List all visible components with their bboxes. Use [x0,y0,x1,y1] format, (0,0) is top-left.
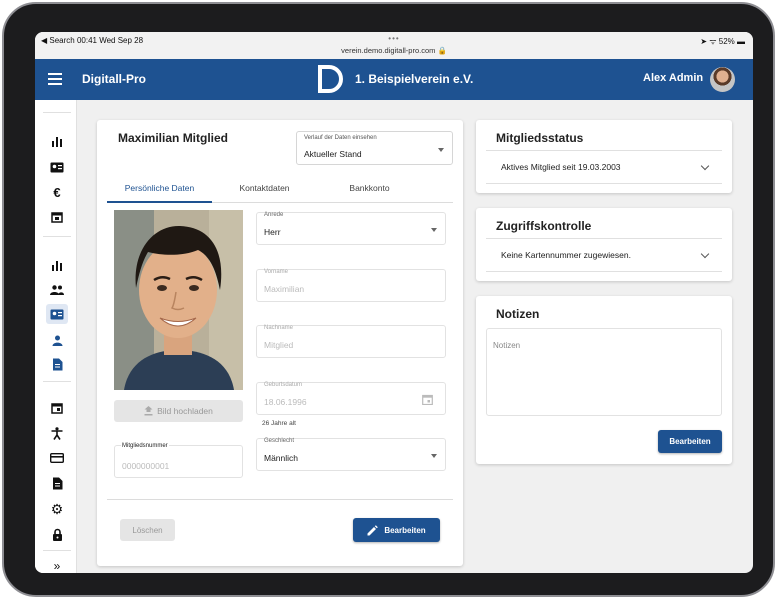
files-icon[interactable] [46,473,68,493]
chevron-down-icon [700,161,710,171]
event-calendar-icon[interactable] [46,398,68,418]
notes-placeholder: Notizen [493,341,521,350]
first-name-field[interactable]: Vorname Maximilian [256,269,446,302]
member-number-value: 0000000001 [122,461,170,471]
history-select-label: Verlauf der Daten einsehen [304,135,377,141]
lock-icon[interactable] [46,524,68,544]
accessibility-icon[interactable] [46,423,68,443]
member-name: Maximilian Mitglied [118,131,229,145]
browser-dots-icon[interactable]: ••• [35,34,753,43]
divider [107,499,453,500]
menu-icon[interactable] [48,71,62,87]
upload-icon [144,406,153,416]
access-control-expander[interactable]: Keine Kartennummer zugewiesen. [486,238,722,272]
app-title[interactable]: Digitall-Pro [82,72,146,86]
double-chevron-right-icon[interactable]: » [46,556,68,573]
club-name: 1. Beispielverein e.V. [355,72,474,86]
notes-card: Notizen Notizen Bearbeiten [476,296,732,464]
pencil-icon [367,524,379,535]
id-card-icon[interactable] [46,157,68,177]
sidebar: € ⚙ » [35,100,77,573]
dropdown-arrow-icon [431,454,437,458]
delete-label: Löschen [132,525,163,535]
status-indicators: ➤ ᯤ 52% ▬ [700,37,745,46]
history-select[interactable]: Verlauf der Daten einsehen Aktueller Sta… [296,131,453,165]
dropdown-arrow-icon [438,148,444,152]
calendar-icon[interactable] [422,394,433,405]
credit-card-icon[interactable] [46,448,68,468]
delete-button[interactable]: Löschen [120,519,175,541]
salutation-select[interactable]: Anrede Herr [256,212,446,245]
first-name-label: Vorname [264,269,289,275]
salutation-label: Anrede [264,212,284,218]
member-tabs: Persönliche Daten Kontaktdaten Bankkonto [107,177,453,203]
access-control-value: Keine Kartennummer zugewiesen. [501,250,631,260]
gear-icon[interactable]: ⚙ [46,499,68,519]
tab-contact-data[interactable]: Kontaktdaten [212,183,317,193]
screen: ◀ Search 00:41 Wed Sep 28 ••• verein.dem… [35,32,753,573]
sidebar-divider [43,112,71,113]
access-control-card: Zugriffskontrolle Keine Kartennummer zug… [476,208,732,281]
birthdate-field[interactable]: Geburtsdatum 18.06.1996 [256,382,446,415]
upload-photo-button[interactable]: Bild hochladen [114,400,243,422]
last-name-value: Mitglied [264,340,294,350]
dropdown-arrow-icon [431,228,437,232]
membership-status-value: Aktives Mitglied seit 19.03.2003 [501,162,621,172]
person-icon[interactable] [46,330,68,350]
gender-label: Geschlecht [264,438,295,444]
sidebar-divider [43,550,71,551]
ios-status-bar: ◀ Search 00:41 Wed Sep 28 ••• verein.dem… [35,32,753,59]
calendar-icon[interactable] [46,207,68,227]
euro-icon[interactable]: € [46,182,68,202]
document-icon[interactable] [46,354,68,374]
member-card-icon[interactable] [46,304,68,324]
sidebar-divider [43,236,71,237]
edit-button[interactable]: Bearbeiten [353,518,440,542]
age-hint: 26 Jahre alt [262,420,296,427]
membership-status-title: Mitgliedsstatus [496,131,584,145]
upload-photo-label: Bild hochladen [157,406,213,416]
member-photo [114,210,243,390]
avatar[interactable] [710,67,735,92]
user-name[interactable]: Alex Admin [643,72,703,84]
browser-url[interactable]: verein.demo.digitall-pro.com 🔒 [35,46,753,55]
gender-select[interactable]: Geschlecht Männlich [256,438,446,471]
edit-notes-button[interactable]: Bearbeiten [658,430,722,453]
tab-personal-data[interactable]: Persönliche Daten [107,183,212,193]
tablet-frame: ◀ Search 00:41 Wed Sep 28 ••• verein.dem… [2,2,775,597]
first-name-value: Maximilian [264,284,305,294]
birthdate-value: 18.06.1996 [264,397,307,407]
member-number-field[interactable]: Mitgliedsnummer 0000000001 [114,443,243,478]
last-name-label: Nachname [264,325,294,331]
app-bar: Digitall-Pro 1. Beispielverein e.V. Alex… [35,59,753,100]
birthdate-label: Geburtsdatum [264,382,303,388]
membership-status-expander[interactable]: Aktives Mitglied seit 19.03.2003 [486,150,722,184]
club-logo [318,65,343,93]
tab-bank-account[interactable]: Bankkonto [317,183,422,193]
history-select-value: Aktueller Stand [304,149,362,159]
bar-chart-icon[interactable] [46,131,68,151]
gender-value: Männlich [264,453,299,463]
tab-indicator [107,201,212,203]
membership-status-card: Mitgliedsstatus Aktives Mitglied seit 19… [476,120,732,193]
member-number-label: Mitgliedsnummer [121,443,169,449]
sidebar-divider [43,381,71,382]
last-name-field[interactable]: Nachname Mitglied [256,325,446,358]
edit-label: Bearbeiten [384,525,426,535]
member-card: Maximilian Mitglied Verlauf der Daten ei… [97,120,463,566]
notes-title: Notizen [496,307,540,321]
edit-notes-label: Bearbeiten [669,437,711,446]
access-control-title: Zugriffskontrolle [496,219,592,233]
salutation-value: Herr [264,227,281,237]
notes-textarea[interactable]: Notizen [486,328,722,416]
member-stats-icon[interactable] [46,255,68,275]
chevron-down-icon [700,249,710,259]
people-icon[interactable] [46,280,68,300]
